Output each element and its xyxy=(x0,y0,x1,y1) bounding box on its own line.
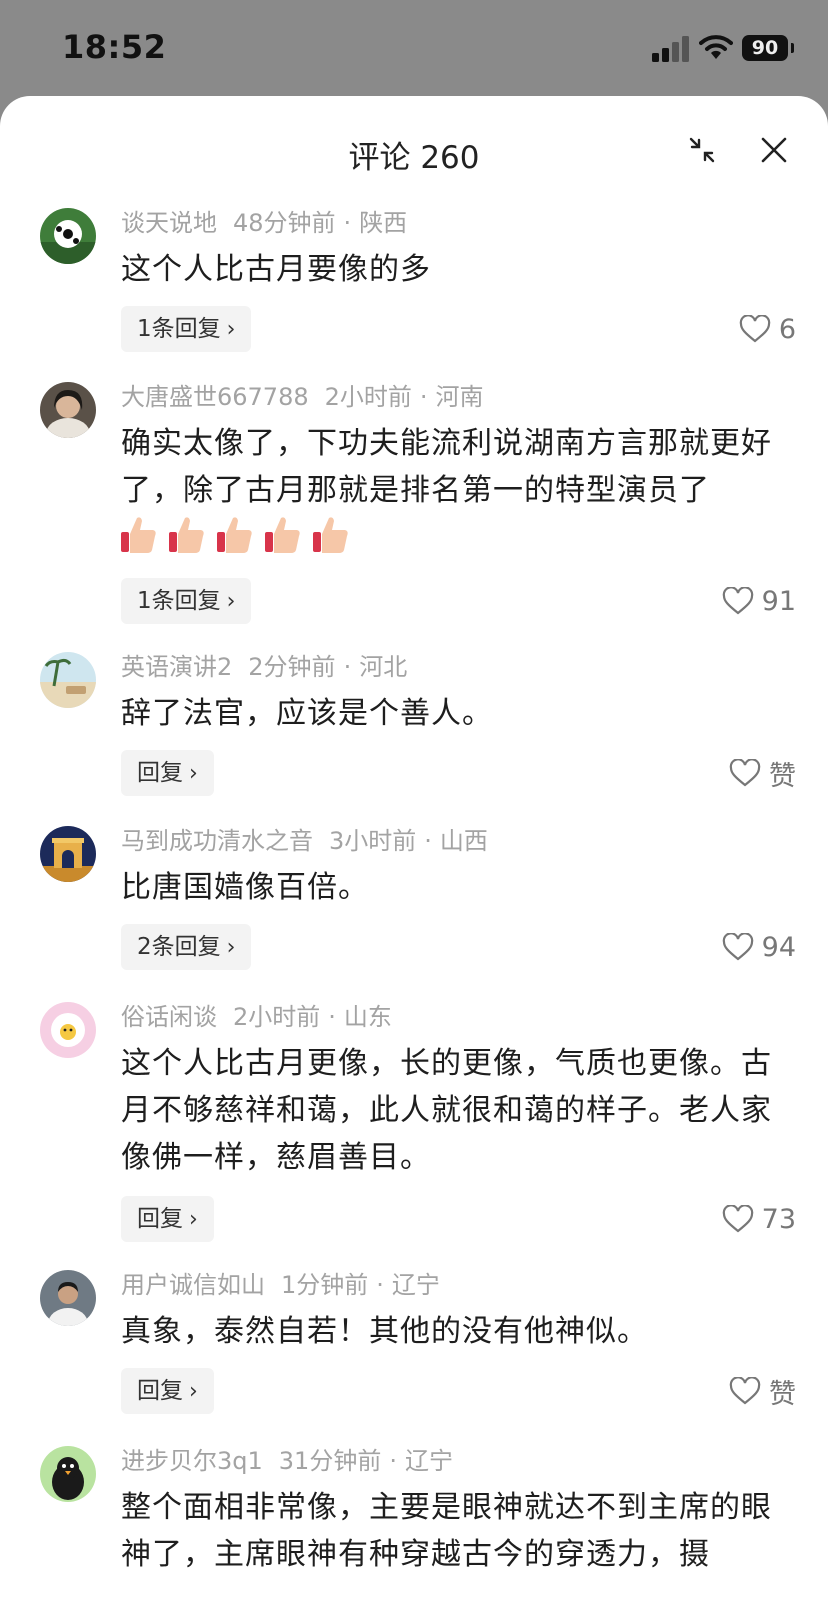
avatar[interactable] xyxy=(40,208,96,264)
reply-label: 回复 xyxy=(137,1206,183,1232)
reply-label: 回复 xyxy=(137,760,183,786)
comment-text: 确实太像了，下功夫能流利说湖南方言那就更好了，除了古月那就是排名第一的特型演员了 xyxy=(121,426,772,508)
avatar[interactable] xyxy=(40,1446,96,1502)
heart-icon xyxy=(739,315,771,343)
avatar[interactable] xyxy=(40,382,96,438)
reply-label: 1条回复 xyxy=(137,316,221,342)
comment-text: 这个人比古月要像的多 xyxy=(121,252,431,287)
username[interactable]: 用户诚信如山 xyxy=(121,1271,265,1299)
like-count: 94 xyxy=(761,931,796,963)
comment-text: 整个面相非常像，主要是眼神就达不到主席的眼神了，主席眼神有种穿越古今的穿透力，摄 xyxy=(121,1490,772,1572)
like-button[interactable]: 73 xyxy=(722,1196,796,1242)
reply-button[interactable]: 回复 › xyxy=(121,750,214,796)
comment-meta: 俗话闲谈 2小时前 · 山东 xyxy=(121,1003,392,1031)
time-ago: 3小时前 xyxy=(329,827,417,855)
comment-meta: 谈天说地 48分钟前 · 陕西 xyxy=(121,209,408,237)
username[interactable]: 英语演讲2 xyxy=(121,653,232,681)
time-ago: 1分钟前 xyxy=(281,1271,369,1299)
thumbs-up-icon xyxy=(217,517,252,553)
reply-button[interactable]: 回复 › xyxy=(121,1368,214,1414)
username[interactable]: 谈天说地 xyxy=(121,209,217,237)
thumbs-up-icon xyxy=(313,517,348,553)
thumbs-up-icon xyxy=(265,517,300,553)
comment-meta: 英语演讲2 2分钟前 · 河北 xyxy=(121,653,408,681)
heart-icon xyxy=(722,587,753,615)
comment-text: 辞了法官，应该是个善人。 xyxy=(121,696,493,731)
username[interactable]: 俗话闲谈 xyxy=(121,1003,217,1031)
heart-icon xyxy=(729,759,761,787)
comment-meta: 进步贝尔3q1 31分钟前 · 辽宁 xyxy=(121,1447,453,1475)
chevron-right-icon: › xyxy=(189,761,198,786)
thumbs-up-icon xyxy=(121,517,156,553)
comment-meta: 用户诚信如山 1分钟前 · 辽宁 xyxy=(121,1271,440,1299)
like-count: 6 xyxy=(778,313,796,345)
close-icon[interactable] xyxy=(758,134,790,166)
reply-label: 回复 xyxy=(137,1378,183,1404)
region: 陕西 xyxy=(359,209,408,237)
region: 辽宁 xyxy=(391,1271,440,1299)
comment-meta: 大唐盛世667788 2小时前 · 河南 xyxy=(121,383,484,411)
like-button[interactable]: 赞 xyxy=(729,1368,796,1414)
like-button[interactable]: 91 xyxy=(722,578,796,624)
like-count: 赞 xyxy=(769,760,796,792)
comment-text: 这个人比古月更像，长的更像，气质也更像。古月不够慈祥和蔼，此人就很和蔼的样子。老… xyxy=(121,1046,772,1175)
time-ago: 2小时前 xyxy=(233,1003,321,1031)
like-count: 91 xyxy=(761,585,796,617)
like-count: 赞 xyxy=(769,1378,796,1410)
comment-text: 比唐国嫱像百倍。 xyxy=(121,870,369,905)
region: 河南 xyxy=(435,383,484,411)
avatar[interactable] xyxy=(40,826,96,882)
status-bar: 18:52 90 xyxy=(0,0,828,96)
comments-sheet: 评论 260 谈天说地48分钟前·陕西 这个人比古月要像的多 1条回复› xyxy=(0,96,828,1613)
like-button[interactable]: 赞 xyxy=(729,750,796,796)
region: 河北 xyxy=(359,653,408,681)
avatar[interactable] xyxy=(40,1270,96,1326)
reply-label: 2条回复 xyxy=(137,934,221,960)
chevron-right-icon: › xyxy=(226,589,236,614)
region: 辽宁 xyxy=(404,1447,453,1475)
heart-icon xyxy=(722,1205,753,1233)
username[interactable]: 进步贝尔3q1 xyxy=(121,1447,263,1475)
heart-icon xyxy=(722,933,753,961)
heart-icon xyxy=(729,1377,761,1405)
time-ago: 48分钟前 xyxy=(233,209,336,237)
region: 山西 xyxy=(439,827,488,855)
collapse-icon[interactable] xyxy=(688,136,716,164)
chevron-right-icon: › xyxy=(189,1207,198,1232)
wifi-icon xyxy=(699,35,733,59)
status-time: 18:52 xyxy=(62,28,167,66)
reply-button[interactable]: 1条回复 › xyxy=(121,578,252,624)
time-ago: 31分钟前 xyxy=(278,1447,382,1475)
reply-label: 1条回复 xyxy=(137,588,221,614)
chevron-right-icon: › xyxy=(226,935,236,960)
like-count: 73 xyxy=(761,1203,796,1235)
reply-button[interactable]: 1条回复 › xyxy=(121,306,252,352)
signal-icon xyxy=(652,36,689,62)
username[interactable]: 马到成功清水之音 xyxy=(121,827,313,855)
emoji-row xyxy=(121,514,349,554)
reply-button[interactable]: 回复 › xyxy=(121,1196,214,1242)
chevron-right-icon: › xyxy=(189,1379,198,1404)
battery-indicator: 90 xyxy=(742,35,794,61)
region: 山东 xyxy=(343,1003,392,1031)
avatar[interactable] xyxy=(40,1002,96,1058)
comment-text: 真象，泰然自若！其他的没有他神似。 xyxy=(121,1314,648,1349)
thumbs-up-icon xyxy=(169,517,204,553)
like-button[interactable]: 6 xyxy=(739,306,796,352)
username[interactable]: 大唐盛世667788 xyxy=(121,383,309,411)
comment-meta: 马到成功清水之音 3小时前 · 山西 xyxy=(121,827,488,855)
chevron-right-icon: › xyxy=(226,317,236,342)
avatar[interactable] xyxy=(40,652,96,708)
reply-button[interactable]: 2条回复 › xyxy=(121,924,252,970)
like-button[interactable]: 94 xyxy=(722,924,796,970)
time-ago: 2小时前 xyxy=(324,383,412,411)
time-ago: 2分钟前 xyxy=(248,653,336,681)
